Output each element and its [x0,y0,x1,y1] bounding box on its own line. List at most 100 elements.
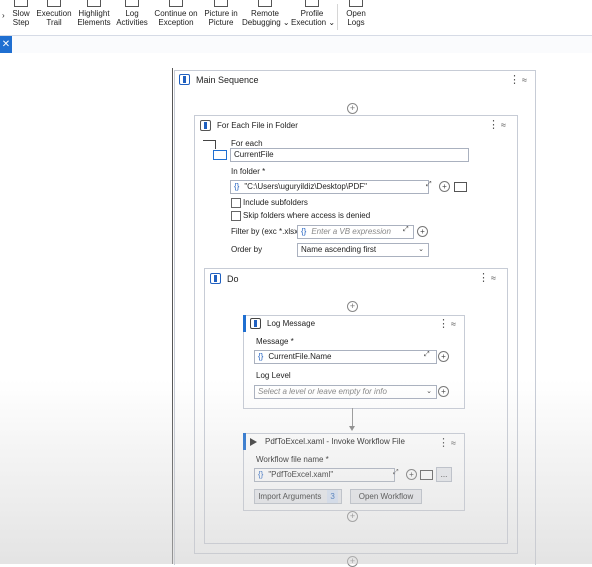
designer-header-strip [0,53,592,67]
log-message-collapse-icon[interactable]: ≈ [451,319,456,329]
log-activities-icon [125,0,139,7]
workflow-expand-icon[interactable]: ⤢ [393,469,399,477]
slow-step-icon [14,0,28,7]
sequence-icon [179,74,190,85]
debug-ribbon: › Slow Step Execution Trail Highlight El… [0,0,592,34]
invoke-workflow-header[interactable]: PdfToExcel.xaml - Invoke Workflow File [250,437,405,446]
open-workflow-button[interactable]: Open Workflow [350,489,422,504]
continue-icon [169,0,183,7]
expression-brace-icon: {} [234,182,240,191]
workflow-file-label: Workflow file name * [256,455,329,464]
highlight-icon [87,0,101,7]
slow-step-button[interactable]: Slow Step [9,0,33,27]
add-activity-plus-icon[interactable]: + [347,556,358,567]
include-subfolders-checkbox[interactable] [231,198,241,208]
invoke-collapse-icon[interactable]: ≈ [451,438,456,448]
picture-in-picture-button[interactable]: Picture in Picture [202,0,240,27]
expand-editor-icon[interactable]: ⤢ [426,181,432,189]
open-logs-icon [349,0,363,7]
invoke-workflow-title: PdfToExcel.xaml - Invoke Workflow File [265,437,405,446]
include-subfolders-label: Include subfolders [243,198,308,207]
in-folder-value: "C:\Users\uguryildiz\Desktop\PDF" [244,182,367,191]
do-menu-icon[interactable]: ⋮ [478,271,489,284]
execution-trail-button[interactable]: Execution Trail [35,0,73,27]
expression-brace-icon: {} [301,227,307,236]
arrow-down-icon [349,426,355,431]
remote-debugging-button[interactable]: Remote Debugging ⌄ [242,0,290,27]
order-by-label: Order by [231,245,263,254]
flow-connector [352,408,353,426]
log-level-placeholder: Select a level or leave empty for info [258,387,387,396]
message-expand-icon[interactable]: ⤢ [424,351,430,359]
ribbon-scroll-left[interactable]: › [2,11,5,20]
do-header[interactable]: Do [210,273,239,284]
in-folder-field[interactable]: {} "C:\Users\uguryildiz\Desktop\PDF" [230,180,429,194]
invoke-menu-icon[interactable]: ⋮ [438,436,449,449]
continue-on-exception-button[interactable]: Continue on Exception [153,0,199,27]
add-activity-plus-icon[interactable]: + [347,511,358,522]
for-each-title: For Each File in Folder [217,121,298,130]
add-activity-plus-icon[interactable]: + [347,103,358,114]
activity-accent-stripe [243,315,246,332]
do-title: Do [227,273,239,284]
log-level-dropdown[interactable]: Select a level or leave empty for info ⌄ [254,385,437,399]
toolbar-divider [337,4,338,30]
workflow-add-variable-icon[interactable]: + [406,469,417,480]
filter-add-variable-icon[interactable]: + [417,226,428,237]
import-arguments-label: Import Arguments [258,492,322,501]
browse-file-icon[interactable] [420,470,433,480]
for-each-variable-field[interactable]: CurrentFile [230,148,469,162]
filter-expand-icon[interactable]: ⤢ [403,226,409,234]
filter-placeholder: Enter a VB expression [311,227,391,236]
filter-by-label: Filter by (exc *.xlsx) [231,227,301,236]
skip-folders-checkbox[interactable] [231,211,241,221]
chevron-down-icon: ⌄ [418,246,424,253]
workflow-file-value: "PdfToExcel.xaml" [268,470,334,479]
loop-icon [203,140,227,160]
execution-trail-icon [47,0,61,7]
order-by-dropdown[interactable]: Name ascending first ⌄ [297,243,429,257]
do-collapse-icon[interactable]: ≈ [491,273,496,283]
more-options-button[interactable]: ... [436,467,452,482]
document-tab-bar: ✕ [0,35,592,54]
sequence-icon [210,273,221,284]
canvas-left-border [172,68,173,564]
highlight-elements-button[interactable]: Highlight Elements [75,0,113,27]
chevron-down-icon: ⌄ [426,388,432,395]
profile-execution-button[interactable]: Profile Execution ⌄ [291,0,335,27]
add-variable-icon[interactable]: + [439,181,450,192]
picture-in-picture-icon [214,0,228,7]
log-message-header[interactable]: Log Message [250,318,315,329]
log-level-add-variable-icon[interactable]: + [438,386,449,397]
argument-count-badge: 3 [327,490,338,503]
remote-debugging-icon [258,0,272,7]
main-sequence-collapse-icon[interactable]: ≈ [522,75,527,85]
open-logs-button[interactable]: Open Logs [343,0,369,27]
main-sequence-title: Main Sequence [196,74,259,85]
filter-by-field[interactable]: {} Enter a VB expression [297,225,414,239]
for-each-header[interactable]: For Each File in Folder [200,120,298,131]
browse-folder-icon[interactable] [454,182,467,192]
main-sequence-header[interactable]: Main Sequence [179,74,259,85]
for-each-collapse-icon[interactable]: ≈ [501,120,506,130]
in-folder-label: In folder * [231,167,266,176]
message-field[interactable]: {} CurrentFile.Name [254,350,437,364]
add-activity-plus-icon[interactable]: + [347,301,358,312]
message-value: CurrentFile.Name [268,352,332,361]
for-each-file-icon [200,120,211,131]
order-by-value: Name ascending first [301,245,377,254]
for-each-menu-icon[interactable]: ⋮ [488,118,499,131]
log-activities-button[interactable]: Log Activities [114,0,150,27]
log-message-menu-icon[interactable]: ⋮ [438,317,449,330]
message-label: Message * [256,337,294,346]
profile-execution-icon [305,0,319,7]
message-add-variable-icon[interactable]: + [438,351,449,362]
main-sequence-menu-icon[interactable]: ⋮ [509,73,520,86]
play-icon [250,437,257,446]
workflow-file-field[interactable]: {} "PdfToExcel.xaml" [254,468,395,482]
import-arguments-button[interactable]: Import Arguments 3 [254,489,342,504]
expression-brace-icon: {} [258,352,264,361]
close-tab-icon[interactable]: ✕ [0,36,12,53]
expression-brace-icon: {} [258,470,264,479]
log-message-icon [250,318,261,329]
